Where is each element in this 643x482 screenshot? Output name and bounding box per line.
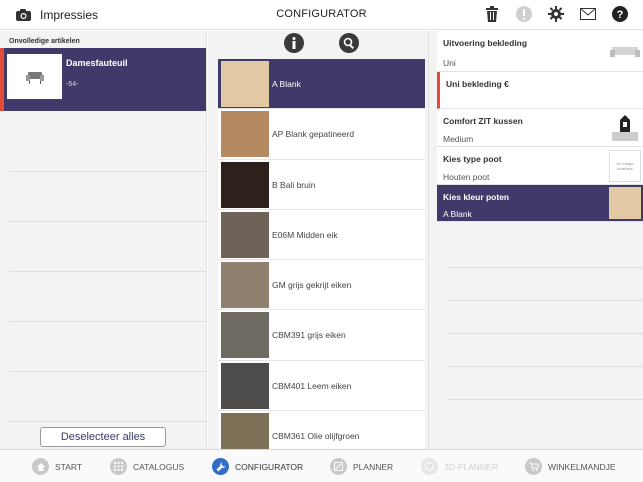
swatch-item[interactable]: A Blank (218, 59, 425, 110)
grid-icon (110, 458, 127, 475)
option-value: Houten poot (443, 172, 490, 182)
option-title: Kies type poot (443, 154, 502, 164)
option-title: Uitvoering bekleding (443, 38, 528, 48)
option-title: Kies kleur poten (443, 192, 510, 202)
help-icon[interactable]: ? (611, 5, 629, 23)
planner-icon (330, 458, 347, 475)
swatch-list: A Blank AP Blank gepatineerd B Bali bruin E… (218, 59, 425, 462)
swatch-image (221, 211, 269, 258)
tab-label: PLANNER (353, 461, 394, 472)
top-bar: Impressies CONFIGURATOR ? (0, 0, 643, 30)
alert-icon[interactable] (515, 5, 533, 23)
tab-label: CATALOGUS (133, 461, 185, 472)
swatch-item[interactable]: CBM391 grijs eiken (218, 310, 425, 361)
cushion-thumbnail (609, 112, 641, 144)
article-code: -54- (66, 81, 79, 88)
swatch-image (221, 312, 269, 359)
article-name: Damesfauteuil (66, 58, 128, 68)
option-upholstery-type[interactable]: Uitvoering bekleding Uni (437, 31, 643, 72)
no-image-text: No image available (616, 161, 634, 171)
option-uni-upholstery[interactable]: Uni bekleding € (437, 72, 643, 109)
option-title: Uni bekleding € (446, 79, 509, 89)
option-leg-color[interactable]: Kies kleur poten A Blank (437, 185, 643, 222)
swatch-label: E06M Midden eik (272, 229, 338, 240)
option-value: Medium (443, 134, 474, 144)
incomplete-articles-panel: Onvolledige artikelen Damesfauteuil -54-… (0, 31, 207, 449)
impressions-button[interactable]: Impressies (14, 6, 98, 24)
option-value: Uni (443, 58, 456, 68)
no-image-thumbnail: No image available (609, 150, 641, 182)
option-leg-type[interactable]: Kies type poot Houten poot No image avai… (437, 147, 643, 185)
cart-icon (525, 458, 542, 475)
tab-label: WINKELMANDJE (548, 461, 616, 472)
tab-planner[interactable]: PLANNER (330, 458, 393, 475)
swatch-item[interactable]: CBM401 Leem eiken (218, 360, 425, 412)
swatch-item[interactable]: B Bali bruin (218, 159, 425, 210)
tab-label: START (55, 461, 83, 472)
swatch-image (221, 111, 269, 158)
impressions-label: Impressies (40, 8, 99, 22)
swatch-item[interactable]: E06M Midden eik (218, 209, 425, 261)
swatch-item[interactable]: GM grijs gekrijt eiken (218, 260, 425, 311)
swatch-label: CBM391 grijs eiken (272, 330, 346, 341)
swatch-panel: A Blank AP Blank gepatineerd B Bali bruin E… (208, 31, 428, 462)
tab-3d-planner[interactable]: 3D-PLANNER (421, 458, 498, 475)
swatch-item[interactable]: AP Blank gepatineerd (218, 109, 425, 160)
sofa-thumbnail (609, 36, 641, 68)
option-value: A Blank (443, 209, 472, 219)
swatch-label: CBM401 Leem eiken (272, 380, 352, 391)
trash-icon[interactable] (483, 5, 501, 23)
swatch-image (221, 262, 269, 309)
info-icon[interactable] (284, 33, 304, 53)
home-icon (32, 458, 49, 475)
tab-configurator[interactable]: CONFIGURATOR (212, 458, 303, 475)
article-item[interactable]: Damesfauteuil -54- (0, 48, 206, 111)
option-seat-comfort[interactable]: Comfort ZIT kussen Medium (437, 109, 643, 147)
app: Impressies CONFIGURATOR ? Onvolledige ar… (0, 0, 643, 482)
wrench-icon (212, 458, 229, 475)
swatch-label: A Blank (272, 79, 301, 89)
swatch-label: B Bali bruin (272, 179, 316, 190)
options-panel: Uitvoering bekleding Uni Uni bekleding €… (428, 31, 643, 449)
cube-icon (421, 458, 438, 475)
tab-label: CONFIGURATOR (235, 461, 304, 472)
gear-icon[interactable] (547, 5, 565, 23)
deselect-all-button[interactable]: Deselecteer alles (40, 427, 166, 447)
swatch-label: CBM361 Olie olijfgroen (272, 431, 360, 442)
article-thumbnail (7, 54, 62, 99)
tab-bar: START CATALOGUS CONFIGURATOR PLANNER 3D-… (0, 449, 643, 482)
leg-color-swatch (609, 187, 641, 219)
camera-icon (14, 6, 32, 24)
section-label: Onvolledige artikelen (9, 38, 80, 45)
zoom-icon[interactable] (339, 33, 359, 53)
swatch-label: GM grijs gekrijt eiken (272, 280, 352, 291)
tab-label: 3D-PLANNER (444, 461, 498, 472)
mail-icon[interactable] (579, 5, 597, 23)
swatch-image (221, 362, 269, 409)
swatch-image (221, 161, 269, 208)
swatch-label: AP Blank gepatineerd (272, 129, 355, 140)
tab-catalogus[interactable]: CATALOGUS (110, 458, 184, 475)
swatch-image (221, 61, 269, 107)
option-title: Comfort ZIT kussen (443, 116, 523, 126)
tab-start[interactable]: START (32, 458, 82, 475)
tab-winkelmandje[interactable]: WINKELMANDJE (525, 458, 616, 475)
svg-text:?: ? (617, 9, 624, 21)
